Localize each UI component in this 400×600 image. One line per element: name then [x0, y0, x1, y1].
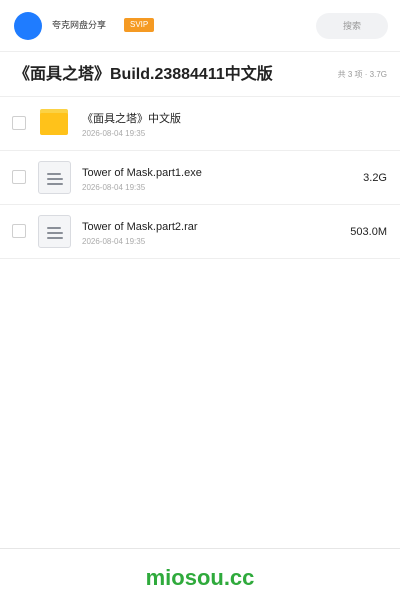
select-checkbox[interactable]: [12, 116, 26, 130]
share-page: 夸克网盘分享 SVIP 搜索 《面具之塔》Build.23884411中文版 共…: [0, 0, 400, 600]
document-icon: [38, 215, 72, 249]
file-size: 3.2G: [363, 172, 387, 184]
file-name[interactable]: Tower of Mask.part1.exe: [82, 166, 202, 180]
select-checkbox[interactable]: [12, 224, 26, 238]
file-name[interactable]: Tower of Mask.part2.rar: [82, 220, 198, 234]
file-date: 2026-08-04 19:35: [82, 183, 146, 192]
file-row-part1[interactable]: Tower of Mask.part1.exe 2026-08-04 19:35…: [0, 151, 400, 205]
select-checkbox[interactable]: [12, 170, 26, 184]
page-title: 《面具之塔》Build.23884411中文版: [14, 66, 273, 83]
app-name: 夸克网盘分享: [52, 20, 107, 30]
file-date: 2026-08-04 19:35: [82, 237, 146, 246]
top-bar: 夸克网盘分享 SVIP 搜索: [0, 0, 400, 52]
search-input[interactable]: 搜索: [316, 13, 388, 39]
file-row-part2[interactable]: Tower of Mask.part2.rar 2026-08-04 19:35…: [0, 205, 400, 259]
svip-badge: SVIP: [124, 18, 155, 32]
file-name[interactable]: 《面具之塔》中文版: [82, 112, 181, 126]
file-row-folder[interactable]: 《面具之塔》中文版 2026-08-04 19:35: [0, 97, 400, 151]
file-list: 《面具之塔》中文版 2026-08-04 19:35 Tower of Mask…: [0, 97, 400, 259]
file-date: 2026-08-04 19:35: [82, 129, 146, 138]
document-icon: [38, 161, 72, 195]
user-avatar[interactable]: [14, 12, 42, 40]
folder-icon: [38, 107, 72, 141]
site-watermark: miosou.cc: [145, 565, 255, 590]
item-summary: 共 3 项 · 3.7G: [337, 70, 387, 79]
file-size: 503.0M: [350, 226, 387, 238]
share-title-row: 《面具之塔》Build.23884411中文版 共 3 项 · 3.7G: [0, 53, 400, 97]
footer: miosou.cc: [0, 548, 400, 600]
